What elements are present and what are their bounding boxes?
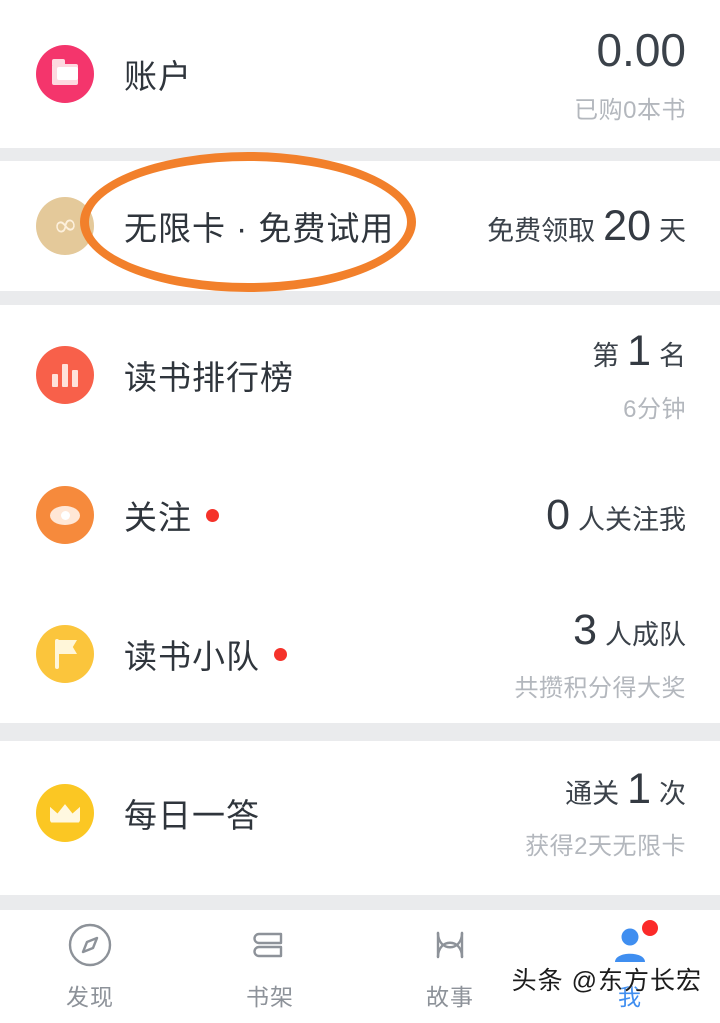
account-section: 账户 0.00 已购0本书 bbox=[0, 0, 720, 148]
value-suffix: 天 bbox=[659, 215, 686, 246]
list-item-label: 读书排行榜 bbox=[124, 359, 294, 396]
compass-icon bbox=[67, 922, 113, 968]
value-number: 0 bbox=[546, 490, 570, 539]
list-item-label: 关注 bbox=[124, 499, 192, 536]
section-separator bbox=[0, 291, 720, 305]
nav-label-me: 我 bbox=[618, 983, 642, 1010]
list-item-label-wrap: 无限卡 · 免费试用 bbox=[124, 202, 487, 250]
list-item-label-wrap: 账户 bbox=[124, 50, 574, 98]
nav-separator bbox=[0, 895, 720, 911]
list-item-value: 0 人关注我 bbox=[546, 490, 686, 541]
person-icon bbox=[607, 919, 658, 968]
app-screen: 账户 0.00 已购0本书 ∞ 无限卡 · 免费试用 免费领取 20 天 读书排… bbox=[0, 0, 720, 1023]
list-item-value-block: 0.00 已购0本书 bbox=[574, 23, 686, 124]
butterfly-icon bbox=[427, 922, 473, 968]
list-item-value: 3 人成队 bbox=[573, 605, 686, 656]
list-item-unlimited-card[interactable]: ∞ 无限卡 · 免费试用 免费领取 20 天 bbox=[0, 161, 720, 291]
list-item-subtext: 6分钟 bbox=[623, 395, 686, 423]
nav-label-bookshelf: 书架 bbox=[246, 983, 294, 1010]
list-item-account[interactable]: 账户 0.00 已购0本书 bbox=[0, 0, 720, 148]
unread-dot-badge bbox=[206, 508, 219, 522]
daily-section: 每日一答 通关 1 次 获得2天无限卡 bbox=[0, 741, 720, 884]
section-separator bbox=[0, 148, 720, 161]
account-balance: 0.00 bbox=[596, 24, 686, 77]
list-item-daily-question[interactable]: 每日一答 通关 1 次 获得2天无限卡 bbox=[0, 741, 720, 884]
bottom-navigation-bar: 发现 书架 故事 我 bbox=[0, 910, 720, 1023]
value-number: 1 bbox=[627, 327, 651, 376]
list-item-label: 账户 bbox=[124, 58, 192, 95]
value-number: 20 bbox=[603, 201, 651, 250]
folder-icon bbox=[36, 45, 94, 103]
list-item-label: 每日一答 bbox=[124, 796, 260, 834]
value-suffix: 名 bbox=[659, 341, 686, 372]
list-item-label-wrap: 读书排行榜 bbox=[124, 351, 592, 399]
infinity-icon: ∞ bbox=[36, 197, 94, 255]
value-suffix: 人关注我 bbox=[578, 504, 686, 535]
list-item-value: 通关 1 次 bbox=[565, 764, 686, 815]
flag-icon bbox=[36, 625, 94, 683]
list-item-value: 免费领取 20 天 bbox=[487, 201, 686, 252]
list-item-value-block: 免费领取 20 天 bbox=[487, 201, 686, 252]
list-item-reading-rank[interactable]: 读书排行榜 第 1 名 6分钟 bbox=[0, 305, 720, 445]
value-number: 1 bbox=[627, 764, 651, 813]
crown-icon bbox=[36, 783, 94, 842]
value-prefix: 免费领取 bbox=[487, 215, 596, 246]
nav-item-story[interactable]: 故事 bbox=[360, 910, 540, 1023]
list-item-subtext: 获得2天无限卡 bbox=[525, 833, 686, 861]
nav-unread-badge bbox=[642, 919, 658, 936]
list-item-value: 0.00 bbox=[596, 23, 686, 77]
value-prefix: 通关 bbox=[565, 778, 620, 809]
list-item-follow[interactable]: 关注 0 人关注我 bbox=[0, 445, 720, 585]
bookshelf-icon bbox=[247, 922, 293, 968]
value-suffix: 次 bbox=[659, 778, 686, 809]
value-prefix: 第 bbox=[592, 341, 620, 372]
value-suffix: 人成队 bbox=[605, 620, 686, 651]
list-item-label-wrap: 关注 bbox=[124, 491, 546, 539]
list-item-label: 无限卡 · 免费试用 bbox=[124, 210, 395, 247]
nav-item-me[interactable]: 我 bbox=[540, 910, 720, 1023]
list-item-value-block: 3 人成队 共攒积分得大奖 bbox=[515, 605, 687, 703]
nav-label-story: 故事 bbox=[426, 983, 474, 1010]
list-item-value: 第 1 名 bbox=[592, 326, 686, 377]
list-item-label-wrap: 读书小队 bbox=[124, 630, 515, 678]
value-number: 3 bbox=[573, 606, 597, 655]
list-item-label-wrap: 每日一答 bbox=[124, 789, 525, 837]
unlimited-card-section: ∞ 无限卡 · 免费试用 免费领取 20 天 bbox=[0, 161, 720, 291]
section-separator bbox=[0, 723, 720, 741]
social-section: 读书排行榜 第 1 名 6分钟 关注 0 人关注我 读书小队 3 人成队 共攒积… bbox=[0, 305, 720, 723]
nav-label-discover: 发现 bbox=[66, 983, 114, 1010]
list-item-subtext: 共攒积分得大奖 bbox=[514, 674, 686, 702]
list-item-subtext: 已购0本书 bbox=[574, 96, 686, 124]
eye-icon bbox=[36, 486, 94, 544]
bar-chart-icon bbox=[36, 346, 94, 404]
unread-dot-badge bbox=[274, 647, 287, 661]
list-item-value-block: 0 人关注我 bbox=[546, 490, 686, 541]
list-item-value-block: 第 1 名 6分钟 bbox=[592, 326, 686, 424]
list-item-reading-squad[interactable]: 读书小队 3 人成队 共攒积分得大奖 bbox=[0, 585, 720, 723]
nav-item-bookshelf[interactable]: 书架 bbox=[180, 910, 360, 1023]
nav-item-discover[interactable]: 发现 bbox=[0, 910, 180, 1023]
list-item-label: 读书小队 bbox=[124, 638, 260, 675]
list-item-value-block: 通关 1 次 获得2天无限卡 bbox=[525, 764, 686, 862]
